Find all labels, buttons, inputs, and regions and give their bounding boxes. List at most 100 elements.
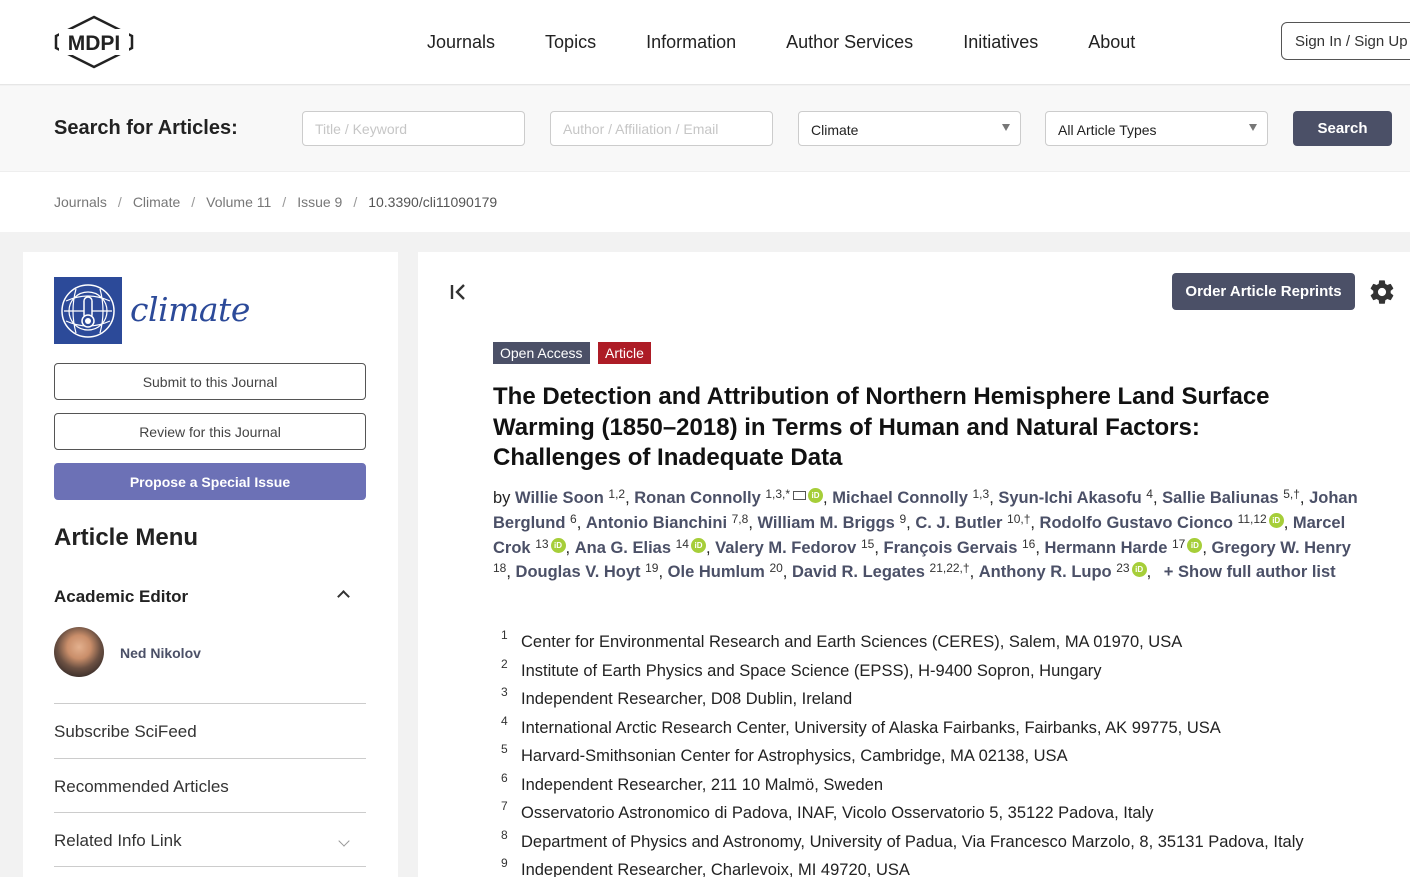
affiliation-item: 1 Center for Environmental Research and E… [498,628,1378,662]
menu-recommended-articles[interactable]: Recommended Articles [54,758,366,813]
signin-button[interactable]: Sign In / Sign Up [1281,22,1410,60]
breadcrumb-journals[interactable]: Journals [54,194,107,210]
author-link[interactable]: Michael Connolly [832,489,968,507]
author-affiliation-ref: 15 [860,536,875,551]
show-full-author-list-label: Show full author list [1178,563,1336,582]
article-menu-heading: Article Menu [54,524,199,551]
author-affiliation-ref: 18 [493,561,507,576]
orcid-icon[interactable]: iD [1131,562,1147,578]
nav-journals[interactable]: Journals [427,32,495,53]
affiliation-text: Independent Researcher, Charlevoix, MI 4… [521,861,910,877]
article-type-select[interactable]: All Article Types [1045,111,1268,146]
affiliation-item: 9 Independent Researcher, Charlevoix, MI … [498,856,1378,877]
author-link[interactable]: Hermann Harde [1045,539,1168,557]
author-affiliation-ref: 9 [899,511,907,526]
editor-name[interactable]: Ned Nikolov [120,645,201,661]
nav-about[interactable]: About [1088,32,1135,53]
journal-select[interactable]: Climate [798,111,1021,146]
author-link[interactable]: Willie Soon [515,489,604,507]
orcid-icon[interactable]: iD [690,537,706,553]
author-link[interactable]: William M. Briggs [757,514,894,532]
nav-information[interactable]: Information [646,32,736,53]
author-link[interactable]: Rodolfo Gustavo Cionco [1040,514,1233,532]
affiliation-item: 8 Department of Physics and Astronomy, Un… [498,828,1378,862]
article-type-badge: Article [598,342,651,364]
chevron-down-icon [338,835,350,847]
affiliation-text: Independent Researcher, D08 Dublin, Irel… [521,690,853,708]
search-bar: Search for Articles: Climate All Article… [0,86,1410,172]
review-button[interactable]: Review for this Journal [54,413,366,450]
author-link[interactable]: Antonio Bianchini [586,514,727,532]
author-affiliation-ref: 1,2 [608,487,626,501]
breadcrumb-issue[interactable]: Issue 9 [297,194,342,210]
order-reprints-button[interactable]: Order Article Reprints [1172,273,1355,310]
author-link[interactable]: Ole Humlum [668,563,765,581]
email-icon[interactable] [793,491,807,500]
journal-name[interactable]: climate [130,290,250,329]
article-title: The Detection and Attribution of Norther… [493,383,1270,471]
orcid-icon[interactable]: iD [808,488,824,503]
affiliation-number: 1 [501,628,508,642]
breadcrumb-doi: 10.3390/cli11090179 [368,194,498,210]
affiliation-text: Osservatorio Astronomico di Padova, INAF… [521,804,1154,822]
collapse-sidebar-icon[interactable] [448,282,470,302]
gear-icon[interactable] [1368,278,1396,306]
affiliation-number: 2 [501,656,508,671]
menu-item-label: Related Info Link [54,831,182,850]
breadcrumb-separator: / [353,194,358,210]
author-affiliation-ref: 17 [1171,536,1186,551]
author-link[interactable]: Anthony R. Lupo [979,563,1112,581]
caret-down-icon [1002,124,1010,131]
propose-special-issue-button[interactable]: Propose a Special Issue [54,463,366,500]
author-link[interactable]: Gregory W. Henry [1212,539,1351,557]
breadcrumb-volume[interactable]: Volume 11 [206,194,271,210]
orcid-icon[interactable]: iD [550,537,566,553]
author-affiliation-ref: 20 [769,561,783,576]
author-affiliation-ref: 19 [645,561,659,576]
author-link[interactable]: Ana G. Elias [575,539,671,557]
search-button[interactable]: Search [1293,111,1392,146]
affiliation-number: 7 [501,799,508,813]
breadcrumb-separator: / [282,194,287,210]
nav-topics[interactable]: Topics [545,32,596,53]
chevron-up-icon[interactable] [337,590,350,603]
breadcrumb-climate[interactable]: Climate [133,194,180,210]
academic-editor-toggle[interactable]: Academic Editor [54,587,188,607]
show-full-author-list-button[interactable]: + Show full author list [1164,563,1336,581]
author-link[interactable]: Ronan Connolly [634,489,761,507]
nav-author-services[interactable]: Author Services [786,32,913,53]
author-link[interactable]: Sallie Baliunas [1162,489,1278,507]
breadcrumb-bar: Journals / Climate / Volume 11 / Issue 9 / 1… [0,172,1410,232]
affiliation-number: 4 [501,713,508,728]
author-affiliation-ref: 1,3 [972,487,990,501]
author-link[interactable]: Syun-Ichi Akasofu [998,489,1141,507]
main-nav: Journals Topics Information Author Servi… [427,32,1185,53]
author-link[interactable]: C. J. Butler [915,514,1002,532]
author-link[interactable]: David R. Legates [792,563,925,581]
affiliation-number: 8 [501,827,508,842]
affiliation-item: 3 Independent Researcher, D08 Dublin, Ire… [498,685,1378,719]
nav-initiatives[interactable]: Initiatives [963,32,1038,53]
open-access-badge: Open Access [493,342,590,364]
breadcrumb-separator: / [117,194,122,210]
affiliation-text: International Arctic Research Center, Un… [521,718,1221,737]
author-link[interactable]: Valery M. Fedorov [715,539,856,557]
author-link[interactable]: François Gervais [883,539,1017,557]
author-affiliation-input[interactable] [550,111,773,146]
author-link[interactable]: Douglas V. Hoyt [516,563,641,581]
affiliation-item: 6 Independent Researcher, 211 10 Malmö, S… [498,771,1378,805]
climate-journal-logo-icon[interactable] [54,277,122,344]
author-affiliation-ref: 11,12 [1237,511,1267,526]
author-affiliation-ref: 13 [535,536,549,551]
caret-down-icon [1249,124,1257,131]
author-affiliation-ref: 10,† [1007,511,1031,526]
affiliation-item: 4 International Arctic Research Center, U… [498,714,1378,748]
menu-subscribe-scifeed[interactable]: Subscribe SciFeed [54,703,366,758]
author-affiliation-ref: 5,† [1283,487,1300,501]
orcid-icon[interactable]: iD [1268,512,1284,528]
menu-related-info-link[interactable]: Related Info Link [54,812,366,867]
title-keyword-input[interactable] [302,111,525,146]
submit-button[interactable]: Submit to this Journal [54,363,366,400]
orcid-icon[interactable]: iD [1187,537,1203,553]
mdpi-logo[interactable]: MDPI [54,15,134,69]
